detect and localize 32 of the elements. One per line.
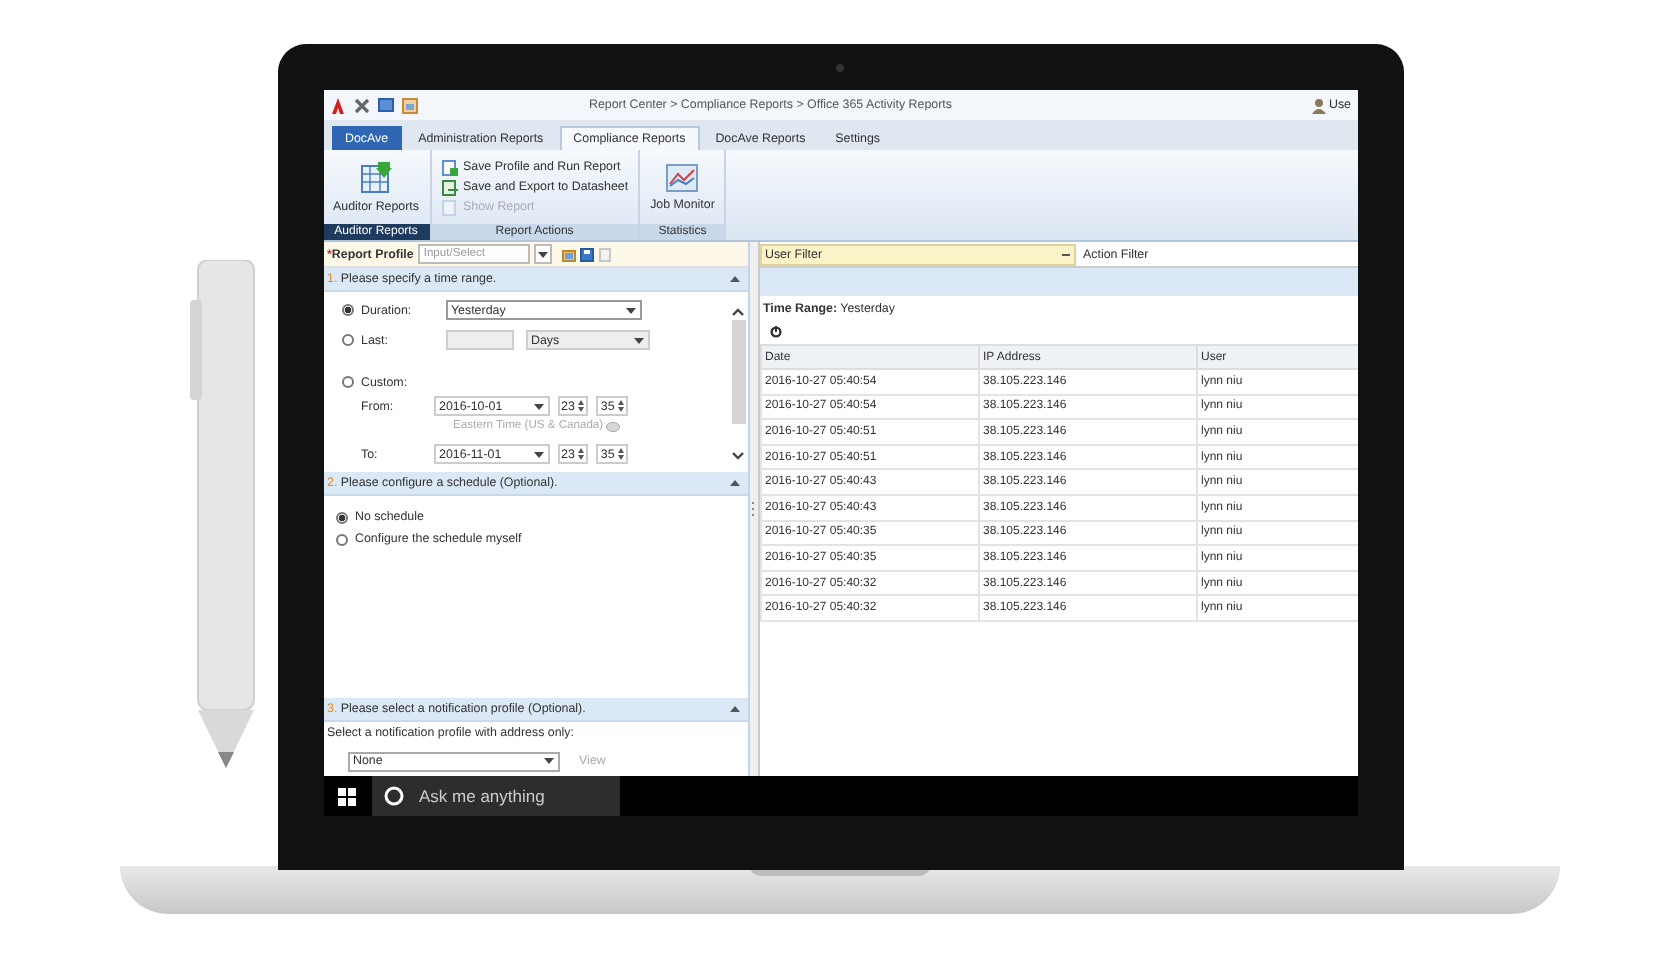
scroll-up-icon <box>732 308 744 317</box>
radio-button[interactable] <box>341 304 353 317</box>
radio-button[interactable] <box>335 533 347 546</box>
collapse-arrow-icon <box>729 480 739 487</box>
collapse-arrow-icon <box>729 276 739 283</box>
search-field[interactable]: Ask me anything <box>371 776 619 816</box>
page-icon <box>441 159 457 175</box>
radio-button[interactable] <box>341 376 353 389</box>
spin-arrows-icon <box>618 448 625 461</box>
page-icon <box>441 179 457 195</box>
page-icon <box>597 247 612 262</box>
line-chart-icon <box>666 163 699 191</box>
spin-arrows-icon <box>618 400 625 413</box>
page-icon <box>441 199 457 215</box>
dropdown-button[interactable] <box>533 244 552 265</box>
folder-icon <box>561 247 576 262</box>
circle-icon <box>383 786 403 806</box>
sheet-icon <box>360 161 392 193</box>
spin-arrows-icon <box>578 400 585 413</box>
user-icon <box>1312 97 1327 113</box>
radio-button[interactable] <box>335 511 347 524</box>
refresh-icon <box>769 326 781 338</box>
scroll-thumb[interactable] <box>731 320 745 425</box>
logo-icon <box>329 97 345 113</box>
collapse-arrow-icon <box>729 705 739 712</box>
scroll-down-icon <box>732 452 744 461</box>
camera-icon <box>836 63 844 71</box>
windows-icon <box>337 787 355 805</box>
number-field[interactable] <box>445 330 513 351</box>
radio-button[interactable] <box>341 334 353 347</box>
spin-arrows-icon <box>578 448 585 461</box>
save-icon <box>579 247 594 262</box>
